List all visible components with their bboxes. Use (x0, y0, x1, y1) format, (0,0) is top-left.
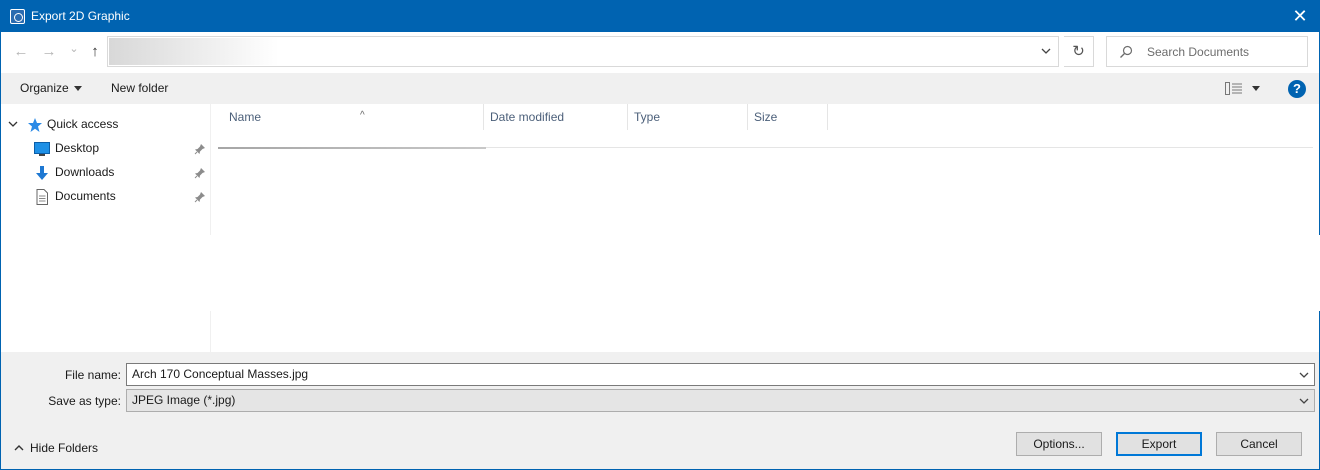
group-divider (218, 147, 486, 149)
chevron-down-icon[interactable] (1040, 45, 1052, 57)
forward-button[interactable]: → (40, 42, 58, 62)
view-dropdown-icon[interactable] (1252, 86, 1260, 91)
organize-button[interactable]: Organize (20, 81, 82, 95)
refresh-button[interactable]: ↻ (1064, 36, 1094, 67)
column-header-name[interactable]: Name ^ (223, 104, 484, 130)
file-name-input[interactable]: Arch 170 Conceptual Masses.jpg (132, 367, 308, 381)
sort-ascending-icon: ^ (360, 110, 365, 121)
file-name-label: File name: (64, 368, 121, 382)
window-title: Export 2D Graphic (31, 9, 130, 23)
save-type-value: JPEG Image (*.jpg) (132, 393, 236, 407)
address-row: ← → ⌄ ↑ ↻ Search Documents (1, 32, 1319, 73)
chevron-down-icon[interactable] (1299, 370, 1309, 380)
column-header-type[interactable]: Type (628, 104, 748, 130)
file-name-field[interactable]: Arch 170 Conceptual Masses.jpg (126, 363, 1315, 386)
address-bar[interactable] (107, 36, 1059, 67)
save-type-label: Save as type: (48, 394, 121, 408)
pin-icon[interactable] (194, 143, 206, 155)
view-options-icon[interactable] (1225, 82, 1243, 95)
save-type-select[interactable]: JPEG Image (*.jpg) (126, 389, 1315, 412)
document-icon (36, 189, 48, 205)
search-icon (1120, 45, 1133, 58)
close-button[interactable]: ✕ (1287, 4, 1313, 28)
back-button[interactable]: ← (12, 42, 30, 62)
file-list[interactable]: Name ^ Date modified Type Size (212, 104, 1319, 352)
organize-label: Organize (20, 81, 69, 95)
up-button[interactable]: ↑ (86, 42, 104, 62)
search-input[interactable]: Search Documents (1147, 45, 1249, 59)
hide-folders-label: Hide Folders (30, 441, 99, 455)
sidebar-item-documents[interactable]: Documents (55, 185, 116, 207)
command-bar: Organize New folder ? (1, 73, 1319, 104)
pin-icon[interactable] (194, 167, 206, 179)
app-icon (10, 9, 25, 24)
navigation-pane (1, 104, 211, 352)
recent-locations-button[interactable]: ⌄ (65, 39, 83, 59)
blank-region (1, 235, 1320, 311)
column-name-label: Name (229, 110, 262, 124)
address-path (109, 38, 279, 65)
sidebar-item-quick-access[interactable]: Quick access (47, 113, 118, 135)
save-options-panel: File name: Arch 170 Conceptual Masses.jp… (1, 352, 1319, 469)
column-header-date-modified[interactable]: Date modified (484, 104, 628, 130)
download-icon (36, 166, 48, 180)
cancel-button[interactable]: Cancel (1216, 432, 1302, 456)
export-button[interactable]: Export (1116, 432, 1202, 456)
column-header-size[interactable]: Size (748, 104, 828, 130)
hide-folders-button[interactable]: Hide Folders (14, 441, 98, 455)
options-button[interactable]: Options... (1016, 432, 1102, 456)
sidebar-item-desktop[interactable]: Desktop (55, 137, 99, 159)
star-icon (28, 118, 42, 132)
dropdown-arrow-icon (73, 86, 82, 92)
chevron-up-icon (14, 445, 24, 451)
export-dialog: Export 2D Graphic ✕ ← → ⌄ ↑ ↻ Search Doc… (0, 0, 1320, 470)
expand-chevron-icon[interactable] (8, 119, 18, 129)
sidebar-item-downloads[interactable]: Downloads (55, 161, 114, 183)
new-folder-button[interactable]: New folder (111, 81, 168, 95)
desktop-icon (34, 142, 50, 156)
pin-icon[interactable] (194, 191, 206, 203)
title-bar: Export 2D Graphic ✕ (1, 1, 1319, 32)
chevron-down-icon[interactable] (1299, 396, 1309, 406)
search-box[interactable]: Search Documents (1106, 36, 1308, 67)
help-icon[interactable]: ? (1288, 80, 1306, 98)
